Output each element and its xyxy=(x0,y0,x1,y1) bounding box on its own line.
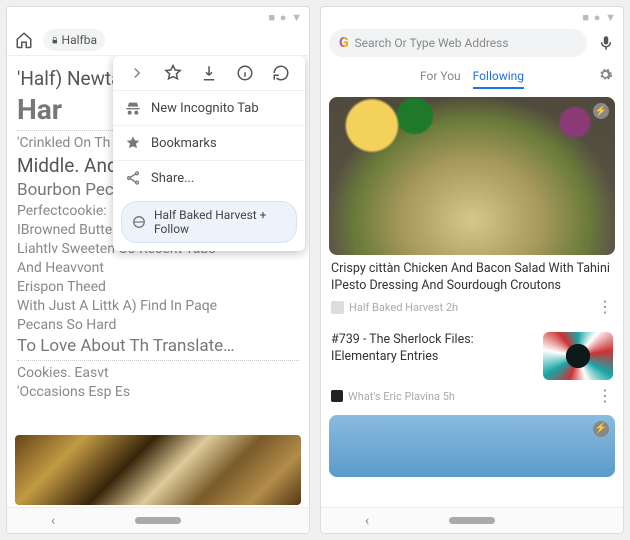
home-icon[interactable] xyxy=(15,31,33,49)
article-image xyxy=(15,435,301,505)
back-icon[interactable]: ‹ xyxy=(51,513,55,529)
article-line: Cookies. Easvt xyxy=(17,365,299,381)
follow-label: Half Baked Harvest + Follow xyxy=(154,208,286,236)
card-meta: Half Baked Harvest 2h ⋮ xyxy=(329,297,615,318)
tab-for-you[interactable]: For You xyxy=(420,69,461,89)
feed-icon xyxy=(132,215,146,229)
feed-card[interactable]: #739 - The Sherlock Files: IElementary E… xyxy=(329,326,615,407)
forward-icon[interactable] xyxy=(128,64,146,82)
browser-toolbar: Halfba xyxy=(7,23,309,56)
feed-card[interactable]: ⚡ xyxy=(329,415,615,477)
search-placeholder: Search Or Type Web Address xyxy=(355,36,509,50)
incognito-icon xyxy=(125,100,141,116)
article-line: To Love About Th Translate… xyxy=(17,336,299,356)
feed-content: ⚡ Crispy cittàn Chicken And Bacon Salad … xyxy=(321,93,623,533)
back-icon[interactable]: ‹ xyxy=(365,513,369,529)
gear-icon[interactable] xyxy=(598,67,613,82)
feed-tabs: For You Following xyxy=(321,61,623,93)
article-line: Erispon Theed xyxy=(17,279,299,295)
window-controls: ■ ● ▼ xyxy=(582,11,617,24)
url-bar[interactable]: Halfba xyxy=(43,29,105,51)
card-image: ⚡ xyxy=(329,97,615,255)
card-title: IElementary Entries xyxy=(331,349,535,366)
tab-following[interactable]: Following xyxy=(473,69,524,89)
menu-action-row xyxy=(113,56,305,91)
menu-new-incognito[interactable]: New Incognito Tab xyxy=(113,91,305,126)
reload-icon[interactable] xyxy=(272,64,290,82)
menu-share[interactable]: Share... xyxy=(113,161,305,195)
publisher-label: What's Eric Plavina 5h xyxy=(348,390,455,403)
article-line: 'Occasions Esp Es xyxy=(17,384,299,400)
article-line: And Heavvont xyxy=(17,260,299,276)
more-icon[interactable]: ⋮ xyxy=(597,302,613,312)
info-icon[interactable] xyxy=(236,64,254,82)
phone-left: ■ ● ▼ Halfba 'Half) Newtab Har 'Crinkled… xyxy=(6,6,310,534)
page-content: 'Half) Newtab Har 'Crinkled On Th Middle… xyxy=(7,56,309,533)
search-bar[interactable]: G Search Or Type Web Address xyxy=(329,29,587,57)
lock-icon xyxy=(51,35,59,46)
window-controls: ■ ● ▼ xyxy=(268,11,303,24)
phone-right: ■ ● ▼ G Search Or Type Web Address For Y… xyxy=(320,6,624,534)
card-title: Crispy cittàn Chicken And Bacon Salad Wi… xyxy=(329,255,615,297)
browser-toolbar: G Search Or Type Web Address xyxy=(321,23,623,61)
amp-icon: ⚡ xyxy=(593,421,609,437)
url-text: Halfba xyxy=(62,33,97,47)
card-meta: What's Eric Plavina 5h ⋮ xyxy=(329,386,615,407)
star-filled-icon xyxy=(125,135,141,151)
more-icon[interactable]: ⋮ xyxy=(597,391,613,401)
share-icon xyxy=(125,170,141,186)
menu-label: Bookmarks xyxy=(151,136,217,151)
star-icon[interactable] xyxy=(164,64,182,82)
nav-pill[interactable] xyxy=(449,517,495,524)
system-navbar: ‹ xyxy=(7,507,309,533)
publisher-label: Half Baked Harvest 2h xyxy=(349,301,458,314)
publisher-icon xyxy=(331,301,344,314)
feed-card[interactable]: ⚡ Crispy cittàn Chicken And Bacon Salad … xyxy=(329,97,615,318)
publisher-icon xyxy=(331,390,343,402)
system-navbar: ‹ xyxy=(321,507,623,533)
menu-label: Share... xyxy=(151,171,194,186)
article-line: With Just A Littk A) Find In Paqe xyxy=(17,298,299,314)
google-logo-icon: G xyxy=(339,35,349,51)
nav-pill[interactable] xyxy=(135,517,181,524)
article-line: Pecans So Hard xyxy=(17,317,299,333)
amp-icon: ⚡ xyxy=(593,103,609,119)
menu-bookmarks[interactable]: Bookmarks xyxy=(113,126,305,161)
card-title: #739 - The Sherlock Files: xyxy=(331,332,535,349)
follow-suggestion[interactable]: Half Baked Harvest + Follow xyxy=(121,201,297,243)
card-thumbnail xyxy=(543,332,613,380)
overflow-menu: New Incognito Tab Bookmarks Share... Hal… xyxy=(113,56,305,251)
menu-label: New Incognito Tab xyxy=(151,101,259,116)
download-icon[interactable] xyxy=(200,64,218,82)
mic-icon[interactable] xyxy=(597,34,615,52)
